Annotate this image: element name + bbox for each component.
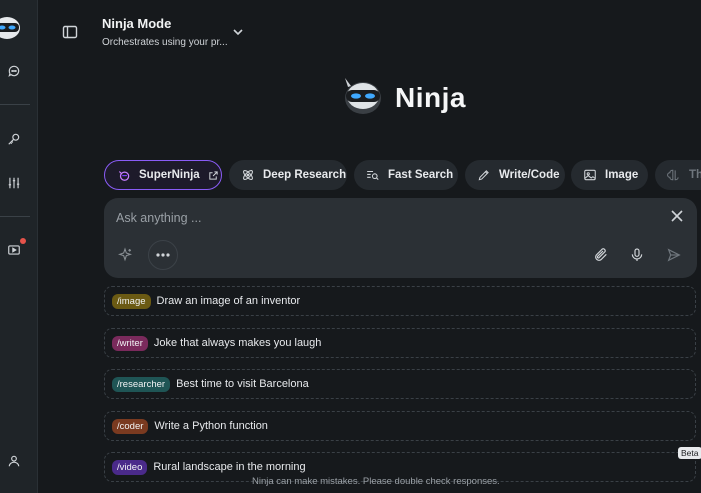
fast-search-icon	[367, 170, 379, 181]
tab-fast-search[interactable]: Fast Search	[354, 160, 458, 190]
key-icon[interactable]	[5, 130, 23, 148]
close-icon[interactable]	[670, 209, 684, 223]
chevron-down-icon[interactable]	[232, 26, 244, 38]
rail-divider	[0, 104, 30, 105]
brain-icon	[667, 169, 679, 181]
brand-name: Ninja	[395, 82, 466, 113]
mode-tabs: SuperNinja Deep Research Fast Search Wri…	[104, 160, 701, 190]
atom-icon	[243, 170, 253, 180]
microphone-icon[interactable]	[629, 247, 645, 263]
suggestion-tag: /writer	[112, 335, 148, 351]
suggestion-item[interactable]: /writer Joke that always makes you laugh	[104, 328, 696, 358]
beta-badge: Beta	[678, 447, 701, 459]
suggestion-item[interactable]: /researcher Best time to visit Barcelona	[104, 369, 696, 399]
sliders-icon[interactable]	[5, 174, 23, 192]
tab-label: Fast Search	[388, 169, 454, 181]
tab-label: Image	[605, 169, 639, 181]
notification-dot	[20, 238, 26, 244]
user-icon[interactable]	[5, 452, 23, 470]
video-library-icon[interactable]	[5, 241, 23, 259]
more-dots-icon	[156, 253, 170, 257]
suggestion-item[interactable]: /coder Write a Python function	[104, 411, 696, 441]
suggestion-tag: /coder	[112, 418, 149, 434]
more-options-button[interactable]	[148, 240, 178, 270]
prompt-composer[interactable]: Ask anything ...	[104, 198, 697, 278]
image-icon	[584, 169, 596, 181]
sidebar-toggle-icon[interactable]	[62, 24, 78, 40]
disclaimer-text: Ninja can make mistakes. Please double c…	[252, 476, 500, 487]
suggestion-tag: /video	[112, 459, 148, 475]
suggestion-text: Rural landscape in the morning	[153, 461, 306, 473]
suggestion-item[interactable]: /image Draw an image of an inventor	[104, 286, 696, 316]
tab-label: Write/Code	[499, 169, 560, 181]
suggestion-text: Joke that always makes you laugh	[153, 337, 322, 349]
tab-write-code[interactable]: Write/Code	[465, 160, 565, 190]
ninja-logo-icon[interactable]	[0, 12, 22, 40]
tab-label: Th	[689, 169, 701, 181]
suggestion-text: Draw an image of an inventor	[156, 295, 301, 307]
sparkle-icon[interactable]	[117, 247, 133, 263]
paperclip-icon[interactable]	[593, 247, 609, 263]
mode-subtitle: Orchestrates using your pr...	[102, 37, 228, 48]
superninja-icon	[118, 171, 130, 181]
mode-title[interactable]: Ninja Mode	[102, 16, 171, 31]
pencil-icon	[478, 170, 489, 181]
ninja-logo-icon	[345, 78, 381, 114]
rail-divider	[0, 216, 30, 217]
tab-deep-research[interactable]: Deep Research	[229, 160, 347, 190]
tab-image[interactable]: Image	[571, 160, 648, 190]
chat-icon[interactable]	[5, 62, 23, 80]
suggestion-tag: /image	[112, 293, 151, 309]
tab-superninja[interactable]: SuperNinja	[104, 160, 222, 190]
tab-label: SuperNinja	[139, 169, 200, 181]
suggestion-text: Write a Python function	[154, 420, 268, 432]
tab-label: Deep Research	[263, 169, 347, 181]
left-rail	[0, 0, 38, 493]
prompt-input[interactable]: Ask anything ...	[116, 211, 201, 225]
external-link-icon	[209, 170, 218, 180]
suggestion-text: Best time to visit Barcelona	[176, 378, 309, 390]
tab-think[interactable]: Th	[655, 160, 701, 190]
send-icon[interactable]	[666, 247, 682, 263]
suggestion-tag: /researcher	[112, 376, 171, 392]
ninja-app: Ninja Mode Orchestrates using your pr...…	[0, 0, 701, 493]
